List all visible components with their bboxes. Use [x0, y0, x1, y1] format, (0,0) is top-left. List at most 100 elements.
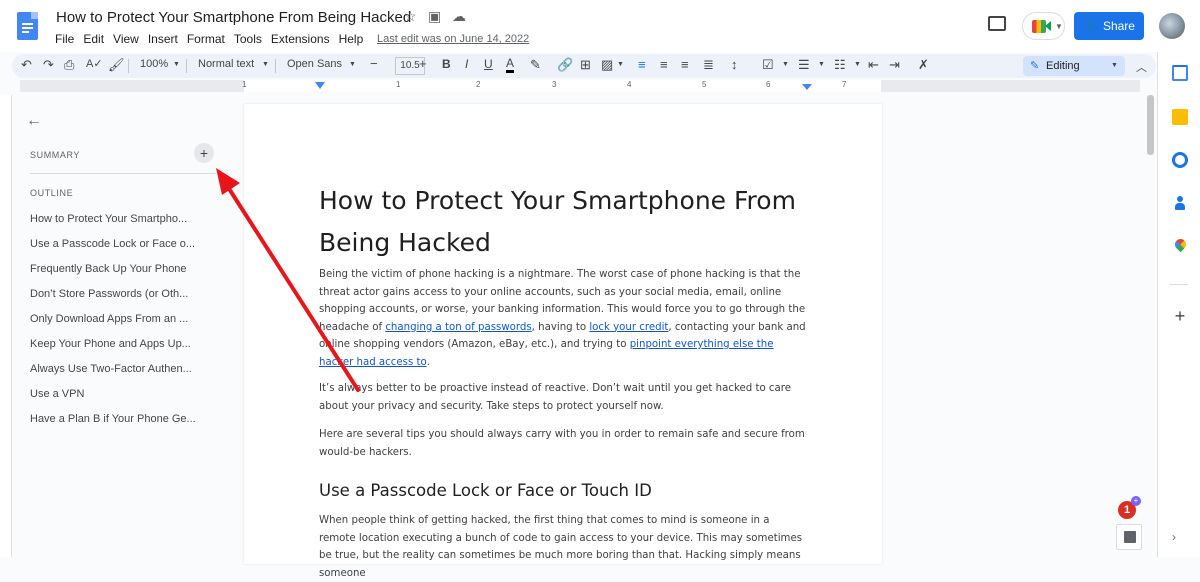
account-avatar[interactable]: [1159, 13, 1185, 39]
print-icon[interactable]: ⎙: [64, 57, 74, 73]
numbered-list-icon[interactable]: ☷: [834, 57, 846, 73]
outline-item[interactable]: Use a Passcode Lock or Face o...: [30, 238, 195, 250]
maps-icon[interactable]: [1172, 236, 1189, 255]
outline-item[interactable]: Have a Plan B if Your Phone Ge...: [30, 413, 196, 425]
last-edit-link[interactable]: Last edit was on June 14, 2022: [377, 33, 529, 45]
outline-item[interactable]: Always Use Two-Factor Authen...: [30, 363, 192, 375]
section-heading[interactable]: Use a Passcode Lock or Face or Touch ID: [319, 481, 652, 500]
outline-item[interactable]: Frequently Back Up Your Phone: [30, 263, 187, 275]
link-changing-passwords[interactable]: changing a ton of passwords: [385, 322, 531, 333]
toolbar-divider: [186, 59, 187, 73]
right-indent-marker-icon[interactable]: [802, 84, 812, 90]
vertical-scrollbar[interactable]: [1147, 95, 1154, 155]
tasks-icon[interactable]: [1172, 152, 1188, 168]
comment-history-icon[interactable]: [988, 16, 1006, 31]
add-summary-button[interactable]: +: [194, 143, 214, 163]
paragraph[interactable]: Here are several tips you should always …: [319, 426, 809, 461]
link-lock-credit[interactable]: lock your credit: [589, 322, 668, 333]
paint-format-icon[interactable]: 🖌: [108, 57, 125, 73]
highlight-color-icon[interactable]: ✎: [530, 57, 541, 73]
document-heading[interactable]: How to Protect Your Smartphone From Bein…: [319, 180, 799, 264]
ruler-number: 1: [242, 80, 247, 89]
back-arrow-icon[interactable]: ←: [26, 112, 42, 130]
document-title[interactable]: How to Protect Your Smartphone From Bein…: [56, 9, 411, 26]
vertical-ruler[interactable]: [0, 95, 12, 557]
line-spacing-icon[interactable]: ↕: [731, 57, 738, 72]
redo-icon[interactable]: ↷: [43, 57, 54, 73]
insert-link-icon[interactable]: 🔗: [557, 57, 573, 73]
undo-icon[interactable]: ↶: [21, 57, 32, 73]
cloud-status-icon[interactable]: ☁: [452, 8, 466, 25]
meet-button[interactable]: ▼: [1022, 12, 1065, 40]
explore-icon: [1124, 531, 1136, 543]
menu-format[interactable]: Format: [187, 32, 230, 46]
meet-camera-icon: [1032, 20, 1046, 33]
zoom-select[interactable]: 100%: [140, 58, 168, 70]
star-icon[interactable]: ☆: [404, 8, 417, 25]
menu-insert[interactable]: Insert: [148, 32, 183, 46]
document-page[interactable]: How to Protect Your Smartphone From Bein…: [244, 104, 882, 579]
collapse-menus-icon[interactable]: ︿: [1136, 59, 1147, 75]
ruler-number: 6: [766, 80, 771, 89]
bulleted-list-icon[interactable]: ☰: [798, 57, 810, 73]
show-side-panel-chevron-icon[interactable]: ›: [1172, 530, 1176, 544]
google-docs-logo-icon[interactable]: [17, 12, 38, 40]
menu-file[interactable]: File: [55, 32, 79, 46]
font-family-select[interactable]: Open Sans: [287, 58, 342, 70]
left-indent-marker-icon[interactable]: [315, 82, 325, 89]
chevron-down-icon: ▼: [617, 61, 624, 68]
share-button[interactable]: 👤 Share: [1074, 12, 1144, 40]
increase-indent-icon[interactable]: ⇥: [889, 57, 900, 73]
italic-icon[interactable]: I: [465, 57, 468, 71]
horizontal-ruler[interactable]: 1 1 2 3 4 5 6 7: [20, 80, 1140, 92]
outline-item[interactable]: Don’t Store Passwords (or Oth...: [30, 288, 188, 300]
paragraph-text: .: [426, 356, 430, 368]
bold-icon[interactable]: B: [442, 57, 451, 71]
ruler-number: 2: [476, 80, 481, 89]
contacts-icon[interactable]: [1172, 195, 1188, 211]
explore-button[interactable]: [1116, 524, 1142, 550]
paragraph-text: , having to: [531, 321, 590, 333]
paragraph[interactable]: When people think of getting hacked, the…: [319, 512, 809, 582]
increase-font-size-button[interactable]: +: [419, 56, 427, 71]
chevron-down-icon: ▼: [349, 61, 356, 68]
share-label: Share: [1102, 19, 1135, 33]
align-left-icon[interactable]: ≡: [638, 57, 646, 72]
decrease-indent-icon[interactable]: ⇤: [868, 57, 879, 73]
menu-edit[interactable]: Edit: [83, 32, 109, 46]
document-outline-panel: ← SUMMARY + OUTLINE How to Protect Your …: [12, 95, 232, 557]
decrease-font-size-button[interactable]: −: [370, 56, 378, 71]
menu-view[interactable]: View: [113, 32, 144, 46]
ruler-page-area: [244, 80, 881, 92]
align-right-icon[interactable]: ≡: [681, 57, 689, 72]
get-add-ons-icon[interactable]: +: [1172, 307, 1188, 325]
insert-comment-icon[interactable]: ⊞: [580, 57, 591, 73]
spellcheck-icon[interactable]: A✓: [86, 57, 103, 70]
menu-help[interactable]: Help: [339, 32, 369, 46]
person-icon: 👤: [1083, 19, 1098, 33]
outline-item[interactable]: Use a VPN: [30, 388, 84, 400]
calendar-icon[interactable]: [1172, 65, 1188, 81]
ruler-number: 4: [627, 80, 632, 89]
underline-icon[interactable]: U: [484, 57, 493, 71]
align-center-icon[interactable]: ≡: [660, 57, 668, 72]
outline-item[interactable]: How to Protect Your Smartpho...: [30, 213, 187, 225]
keep-icon[interactable]: [1172, 109, 1188, 125]
insert-image-icon[interactable]: ▨: [601, 57, 613, 73]
outline-item[interactable]: Keep Your Phone and Apps Up...: [30, 338, 191, 350]
text-color-icon[interactable]: A: [506, 57, 515, 73]
move-folder-icon[interactable]: ▣: [428, 8, 441, 25]
toolbar-divider: [275, 59, 276, 73]
paragraph-style-select[interactable]: Normal text: [198, 58, 254, 70]
align-justify-icon[interactable]: ≣: [703, 57, 714, 73]
checklist-icon[interactable]: ☑: [762, 57, 774, 73]
paragraph[interactable]: It’s always better to be proactive inste…: [319, 380, 809, 415]
chevron-down-icon: ▼: [173, 61, 180, 68]
clear-formatting-icon[interactable]: ✗: [918, 57, 929, 73]
menu-tools[interactable]: Tools: [234, 32, 267, 46]
paragraph[interactable]: Being the victim of phone hacking is a n…: [319, 266, 809, 371]
editing-mode-select[interactable]: ✎ Editing ▼: [1023, 56, 1125, 76]
menu-extensions[interactable]: Extensions: [271, 32, 335, 46]
chevron-down-icon: ▼: [1111, 62, 1118, 69]
outline-item[interactable]: Only Download Apps From an ...: [30, 313, 188, 325]
